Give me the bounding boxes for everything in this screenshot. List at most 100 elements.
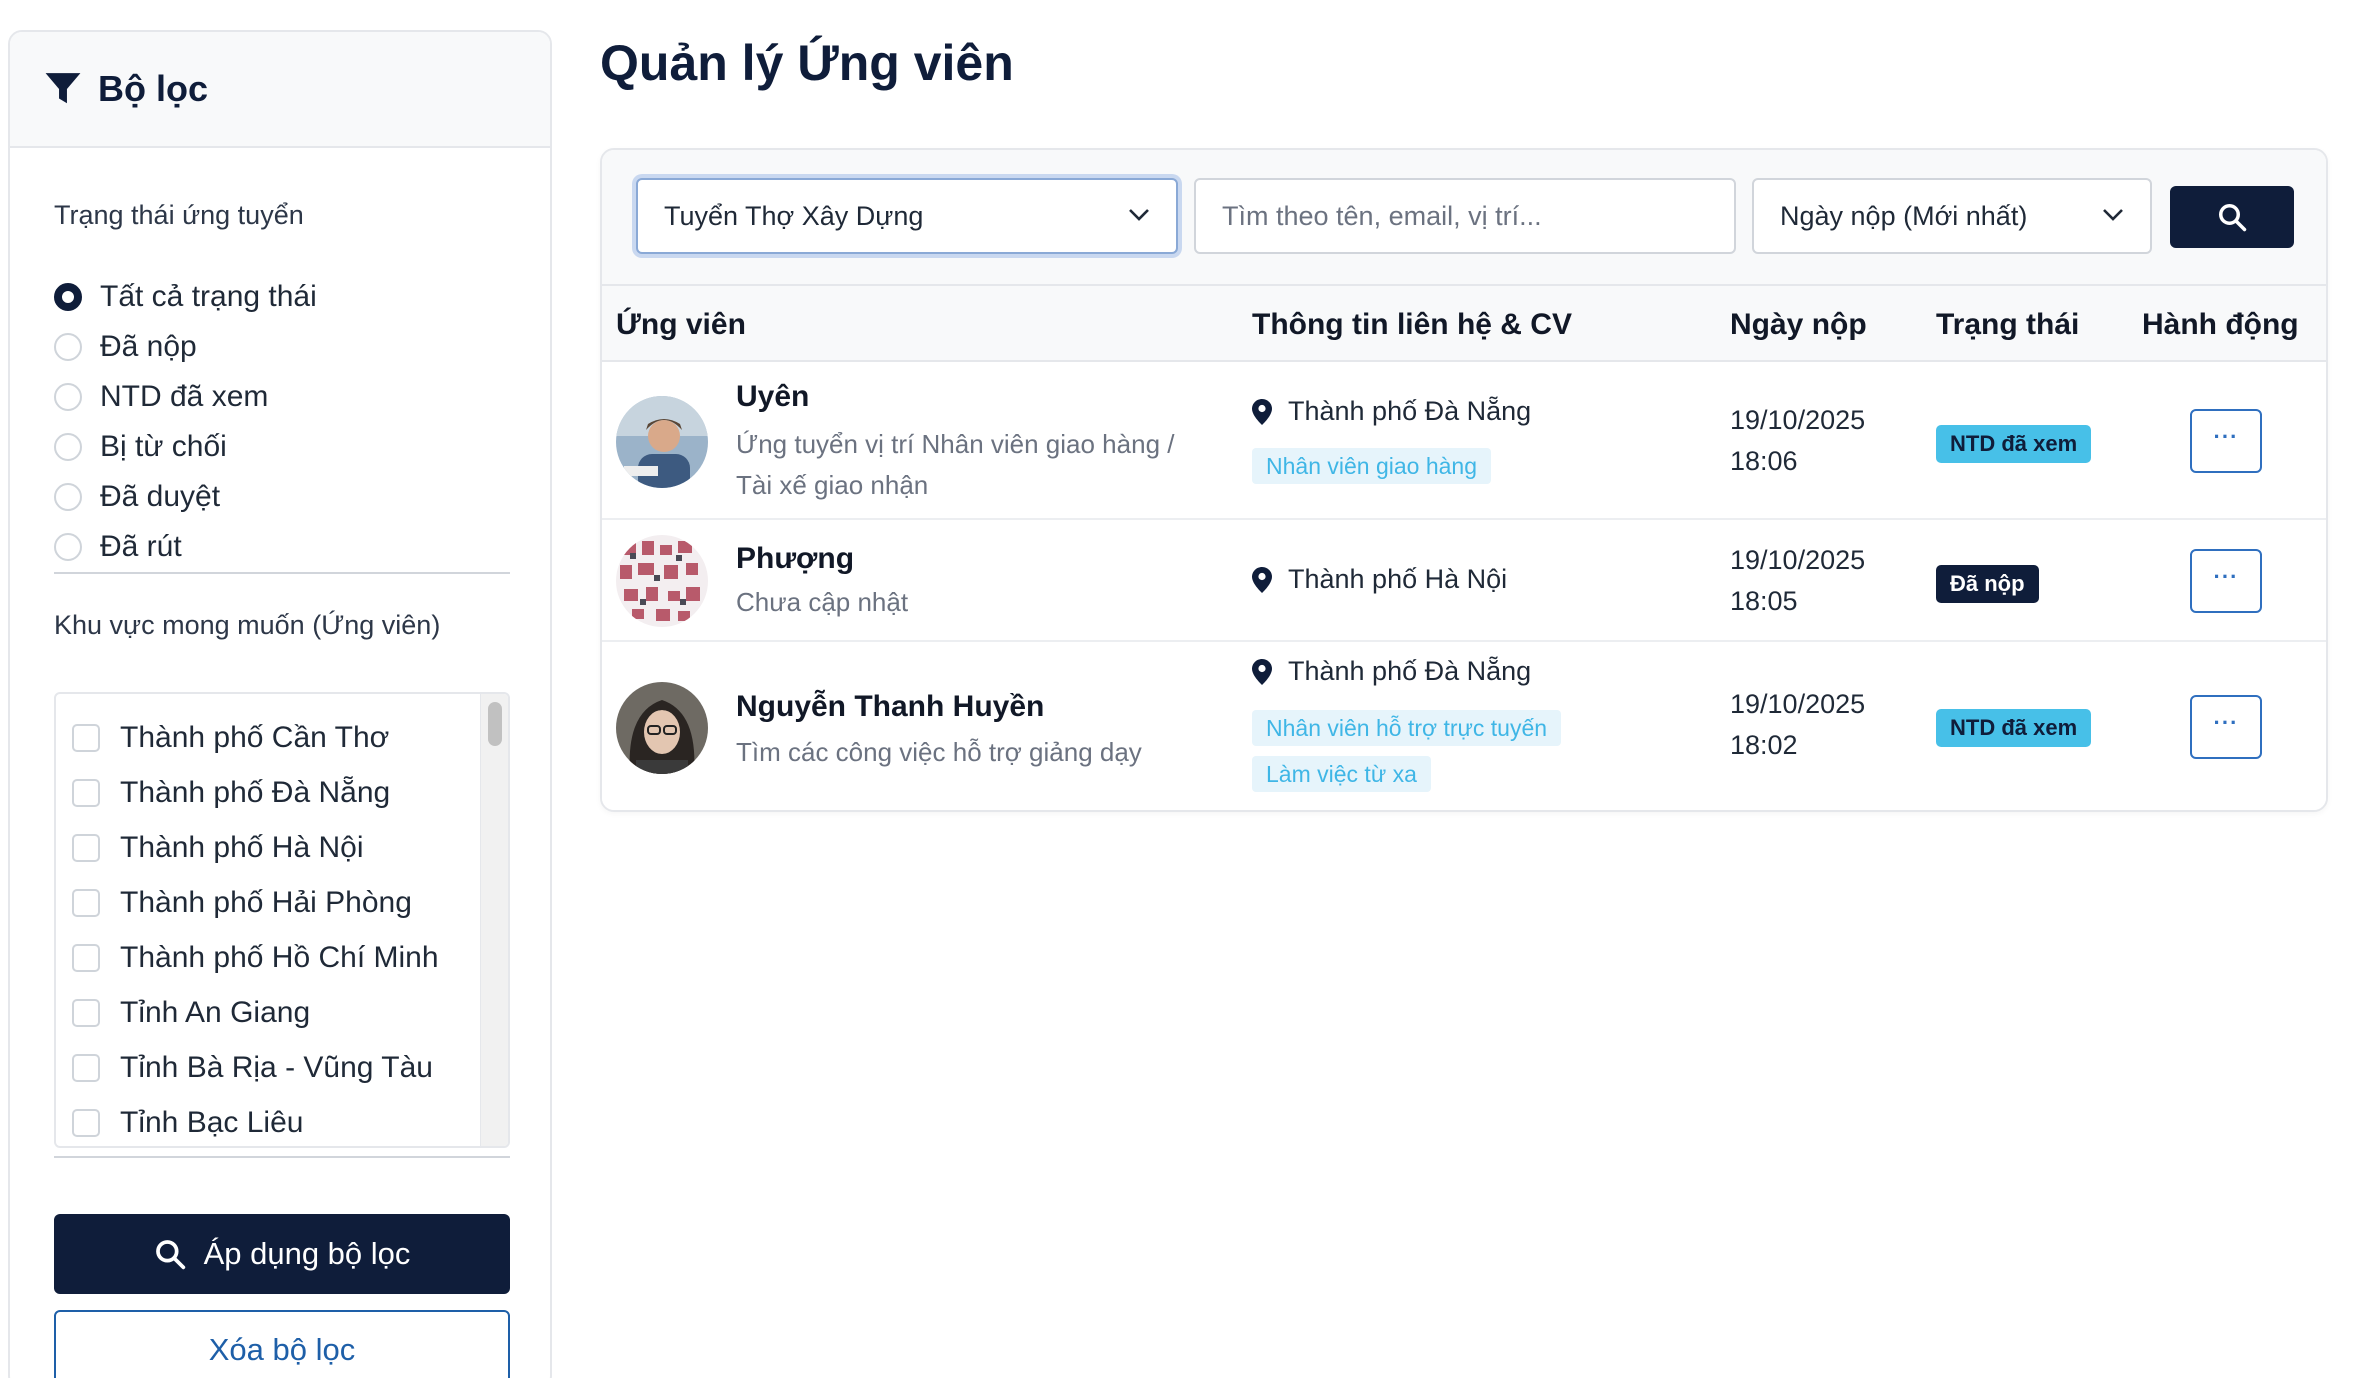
- avatar: [616, 535, 708, 627]
- candidate-location: Thành phố Hà Nội: [1252, 564, 1507, 595]
- region-option-label: Thành phố Cần Thơ: [120, 720, 390, 754]
- radio-button[interactable]: [54, 383, 82, 411]
- column-header-contact[interactable]: Thông tin liên hệ & CV: [1252, 308, 1572, 342]
- region-option-label: Tỉnh Bà Rịa - Vũng Tàu: [120, 1050, 433, 1084]
- region-option-label: Thành phố Đà Nẵng: [120, 775, 391, 809]
- radio-button[interactable]: [54, 283, 82, 311]
- region-option[interactable]: Thành phố Hải Phòng: [72, 875, 439, 930]
- region-filter-label: Khu vực mong muốn (Ứng viên): [54, 610, 441, 640]
- status-option-label: Bị từ chối: [100, 430, 227, 463]
- region-option[interactable]: Thành phố Hà Nội: [72, 820, 439, 875]
- applied-date: 19/10/2025 18:02: [1730, 684, 1865, 766]
- region-option[interactable]: Tỉnh Bạc Liêu: [72, 1095, 439, 1146]
- checkbox[interactable]: [72, 1108, 100, 1137]
- status-option-rejected[interactable]: Bị từ chối: [54, 422, 317, 472]
- region-option[interactable]: Thành phố Cần Thơ: [72, 710, 439, 765]
- status-option-label: Đã duyệt: [100, 480, 221, 513]
- sort-select-value: Ngày nộp (Mới nhất): [1780, 200, 2028, 231]
- applied-date-time: 18:06: [1730, 446, 1798, 476]
- checkbox[interactable]: [72, 778, 100, 807]
- radio-button[interactable]: [54, 533, 82, 561]
- status-filter-label: Trạng thái ứng tuyển: [54, 200, 304, 230]
- status-option-approved[interactable]: Đã duyệt: [54, 472, 317, 522]
- applied-date-time: 18:02: [1730, 730, 1798, 760]
- more-actions-button[interactable]: ···: [2190, 549, 2262, 613]
- table-row[interactable]: Phượng Chưa cập nhật Thành phố Hà Nội 19…: [602, 520, 2326, 642]
- search-button[interactable]: [2170, 186, 2294, 248]
- applied-date-day: 19/10/2025: [1730, 545, 1866, 575]
- column-header-date[interactable]: Ngày nộp: [1730, 308, 1867, 342]
- candidate-subtitle: Chưa cập nhật: [736, 587, 909, 617]
- candidate-name[interactable]: Nguyễn Thanh Huyền: [736, 690, 1044, 724]
- status-option-label: Đã rút: [100, 530, 182, 563]
- ellipsis-icon: ···: [2213, 564, 2239, 589]
- candidate-location: Thành phố Đà Nẵng: [1252, 656, 1531, 687]
- search-input[interactable]: [1194, 178, 1736, 254]
- page-title: Quản lý Ứng viên: [600, 35, 1014, 91]
- location-text: Thành phố Đà Nẵng: [1288, 656, 1532, 686]
- job-select[interactable]: Tuyển Thợ Xây Dựng: [636, 178, 1178, 254]
- applied-date: 19/10/2025 18:05: [1730, 540, 1865, 622]
- chevron-down-icon: [1129, 209, 1149, 221]
- checkbox[interactable]: [72, 833, 100, 862]
- status-option-all[interactable]: Tất cả trạng thái: [54, 272, 317, 322]
- filter-icon: [45, 73, 81, 104]
- job-tag: Làm việc từ xa: [1252, 756, 1431, 792]
- clear-filter-label: Xóa bộ lọc: [208, 1332, 356, 1367]
- table-row[interactable]: Nguyễn Thanh Huyền Tìm các công việc hỗ …: [602, 642, 2326, 810]
- radio-button[interactable]: [54, 333, 82, 361]
- checkbox[interactable]: [72, 998, 100, 1027]
- checkbox[interactable]: [72, 723, 100, 752]
- checkbox[interactable]: [72, 943, 100, 972]
- status-option-label: Đã nộp: [100, 330, 197, 363]
- candidate-subtitle: Tìm các công việc hỗ trợ giảng dạy: [736, 737, 1142, 767]
- region-option-label: Thành phố Hồ Chí Minh: [120, 940, 439, 974]
- more-actions-button[interactable]: ···: [2190, 409, 2262, 473]
- map-pin-icon: [1252, 658, 1272, 685]
- column-header-status[interactable]: Trạng thái: [1936, 308, 2079, 342]
- chevron-down-icon: [2103, 209, 2123, 221]
- status-radio-group: Tất cả trạng thái Đã nộp NTD đã xem Bị t…: [54, 272, 317, 572]
- status-option-withdrawn[interactable]: Đã rút: [54, 522, 317, 572]
- more-actions-button[interactable]: ···: [2190, 695, 2262, 759]
- region-scrollbar[interactable]: [480, 694, 508, 1146]
- candidate-name[interactable]: Phượng: [736, 542, 854, 576]
- region-option-label: Thành phố Hà Nội: [120, 830, 364, 864]
- filter-title: Bộ lọc: [98, 68, 209, 109]
- apply-filter-button[interactable]: Áp dụng bộ lọc: [54, 1214, 510, 1294]
- applied-date-day: 19/10/2025: [1730, 405, 1866, 435]
- applied-date: 19/10/2025 18:06: [1730, 400, 1865, 482]
- region-option[interactable]: Thành phố Đà Nẵng: [72, 765, 439, 820]
- sort-select[interactable]: Ngày nộp (Mới nhất): [1752, 178, 2152, 254]
- candidate-name[interactable]: Uyên: [736, 380, 809, 414]
- region-option[interactable]: Tỉnh An Giang: [72, 985, 439, 1040]
- column-header-actions: Hành động: [2142, 308, 2299, 341]
- applied-date-day: 19/10/2025: [1730, 689, 1866, 719]
- radio-button[interactable]: [54, 433, 82, 461]
- region-checkbox-list[interactable]: Thành phố Cần Thơ Thành phố Đà Nẵng Thàn…: [54, 692, 510, 1148]
- candidate-subtitle: Ứng tuyển vị trí Nhân viên giao hàng / T…: [736, 429, 1175, 500]
- table-row[interactable]: Uyên Ứng tuyển vị trí Nhân viên giao hàn…: [602, 362, 2326, 520]
- job-tag: Nhân viên hỗ trợ trực tuyến: [1252, 710, 1562, 746]
- checkbox[interactable]: [72, 1053, 100, 1082]
- radio-button[interactable]: [54, 483, 82, 511]
- status-badge: NTD đã xem: [1936, 709, 2092, 747]
- status-option-viewed[interactable]: NTD đã xem: [54, 372, 317, 422]
- search-icon: [155, 1240, 185, 1270]
- region-option-label: Tỉnh Bạc Liêu: [120, 1105, 304, 1139]
- region-option-label: Tỉnh An Giang: [120, 995, 311, 1029]
- filter-header: Bộ lọc: [10, 32, 550, 148]
- clear-filter-button[interactable]: Xóa bộ lọc: [54, 1310, 510, 1378]
- job-tag: Nhân viên giao hàng: [1252, 448, 1491, 484]
- region-option[interactable]: Tỉnh Bà Rịa - Vũng Tàu: [72, 1040, 439, 1095]
- apply-filter-label: Áp dụng bộ lọc: [203, 1236, 411, 1271]
- candidate-location: Thành phố Đà Nẵng: [1252, 396, 1531, 427]
- status-option-label: NTD đã xem: [100, 380, 269, 413]
- column-header-candidate[interactable]: Ứng viên: [616, 308, 746, 342]
- status-option-submitted[interactable]: Đã nộp: [54, 322, 317, 372]
- scroll-thumb[interactable]: [488, 702, 502, 746]
- applied-date-time: 18:05: [1730, 586, 1798, 616]
- checkbox[interactable]: [72, 888, 100, 917]
- region-option[interactable]: Thành phố Hồ Chí Minh: [72, 930, 439, 985]
- status-badge: NTD đã xem: [1936, 425, 2092, 463]
